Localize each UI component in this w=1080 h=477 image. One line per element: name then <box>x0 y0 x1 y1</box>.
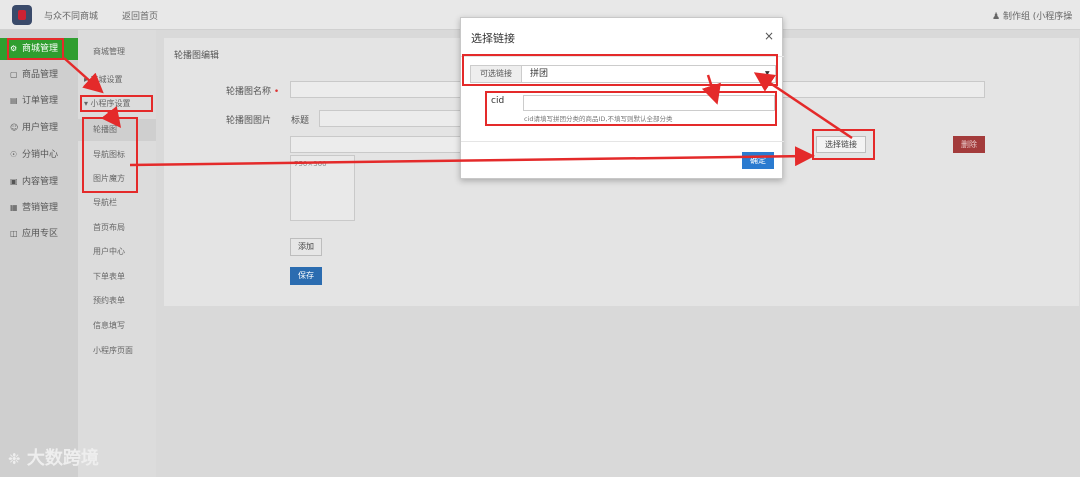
annotation-arrow <box>701 74 721 105</box>
annotation-arrows <box>63 57 853 167</box>
annotation-arrow <box>129 146 815 167</box>
annotation-arrow <box>100 106 122 128</box>
watermark: ❉ 大数跨境 <box>8 448 99 469</box>
annotation-arrow <box>753 72 853 140</box>
watermark-logo-icon: ❉ <box>8 450 21 468</box>
annotation-arrow <box>63 57 104 94</box>
